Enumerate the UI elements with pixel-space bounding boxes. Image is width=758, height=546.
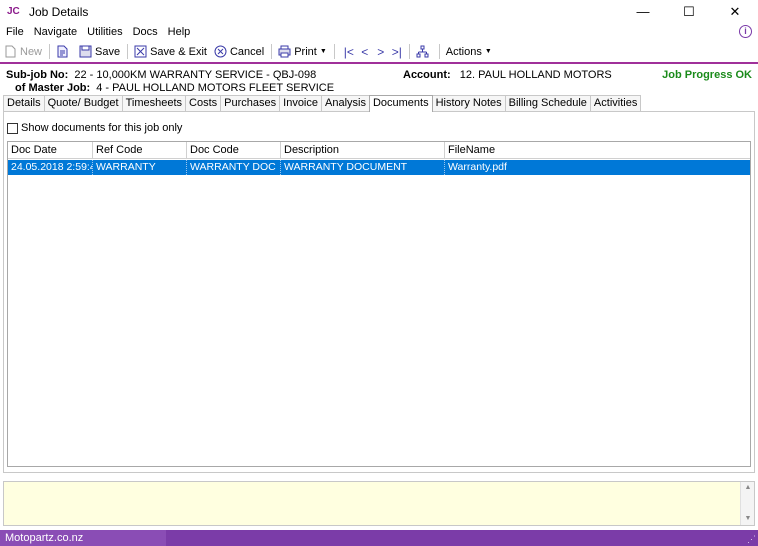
app-icon: JC (7, 5, 20, 17)
documents-grid: Doc Date Ref Code Doc Code Description F… (7, 141, 751, 467)
column-header-ref-code[interactable]: Ref Code (93, 142, 187, 158)
new-label: New (20, 45, 43, 58)
maximize-button[interactable]: ☐ (666, 0, 712, 23)
toolbar-separator (408, 44, 410, 59)
last-record-icon[interactable]: >| (389, 45, 405, 59)
tab-timesheets[interactable]: Timesheets (121, 95, 187, 111)
toolbar: New Save Save & Exit Cancel Print ▼ |< <… (0, 41, 758, 62)
scroll-down-icon[interactable]: ▼ (741, 513, 755, 525)
minimize-button[interactable]: — (620, 0, 666, 23)
cancel-icon (214, 45, 227, 58)
save-exit-icon (134, 45, 147, 58)
cell-ref-code[interactable]: WARRANTY (93, 160, 187, 175)
master-job-label: of Master Job: (15, 82, 91, 94)
printer-icon (278, 45, 291, 58)
tab-purchases[interactable]: Purchases (220, 95, 281, 111)
tab-invoice[interactable]: Invoice (279, 95, 322, 111)
actions-button[interactable]: Actions ▼ (446, 46, 492, 58)
cancel-label: Cancel (229, 45, 265, 58)
accent-divider (0, 62, 758, 64)
save-icon (79, 45, 92, 58)
column-header-filename[interactable]: FileName (445, 142, 750, 158)
company-name: Motopartz.co.nz (0, 530, 166, 546)
grid-header: Doc Date Ref Code Doc Code Description F… (8, 142, 750, 159)
menu-docs[interactable]: Docs (133, 26, 158, 38)
column-header-doc-code[interactable]: Doc Code (187, 142, 281, 158)
cell-doc-code[interactable]: WARRANTY DOC (187, 160, 281, 175)
toolbar-separator (333, 44, 335, 59)
print-button[interactable]: Print ▼ (278, 45, 327, 58)
close-button[interactable]: ✕ (712, 0, 758, 23)
tab-documents[interactable]: Documents (368, 95, 433, 112)
title-bar: JC Job Details — ☐ ✕ (0, 0, 758, 23)
show-job-docs-label: Show documents for this job only (21, 122, 183, 134)
scroll-up-icon[interactable]: ▲ (741, 482, 755, 494)
tab-history-notes[interactable]: History Notes (431, 95, 506, 111)
new-document-icon (5, 45, 16, 58)
menu-utilities[interactable]: Utilities (87, 26, 122, 38)
first-record-icon[interactable]: |< (341, 45, 357, 59)
show-job-docs-option[interactable]: Show documents for this job only (7, 122, 182, 134)
info-icon[interactable]: i (739, 25, 752, 38)
cell-description[interactable]: WARRANTY DOCUMENT (281, 160, 445, 175)
new-button[interactable]: New (4, 45, 42, 58)
column-header-description[interactable]: Description (281, 142, 445, 158)
notes-textarea[interactable]: ▲ ▼ (3, 481, 755, 526)
master-job-row: of Master Job: 4 - PAUL HOLLAND MOTORS F… (15, 82, 334, 94)
subjob-value: 22 - 10,000KM WARRANTY SERVICE - QBJ-098 (74, 69, 317, 81)
master-job-value: 4 - PAUL HOLLAND MOTORS FLEET SERVICE (96, 82, 335, 94)
save-button[interactable]: Save (79, 45, 120, 58)
account-row: Account: 12. PAUL HOLLAND MOTORS (403, 69, 612, 81)
status-bar: Motopartz.co.nz ⋰ (0, 530, 758, 546)
toolbar-separator (49, 44, 51, 59)
subjob-row: Sub-job No: 22 - 10,000KM WARRANTY SERVI… (6, 69, 316, 81)
job-progress-status: Job Progress OK (662, 69, 752, 81)
tab-billing-schedule[interactable]: Billing Schedule (504, 95, 591, 111)
menu-navigate[interactable]: Navigate (34, 26, 77, 38)
toolbar-separator (127, 44, 129, 59)
toolbar-separator (438, 44, 440, 59)
hierarchy-button[interactable] (416, 45, 432, 58)
menu-help[interactable]: Help (168, 26, 191, 38)
tab-activities[interactable]: Activities (589, 95, 642, 111)
print-label: Print (294, 45, 317, 58)
chevron-down-icon: ▼ (319, 48, 327, 55)
subjob-label: Sub-job No: (6, 69, 69, 81)
actions-label: Actions (445, 45, 482, 58)
job-header: Sub-job No: 22 - 10,000KM WARRANTY SERVI… (0, 65, 758, 95)
account-value: 12. PAUL HOLLAND MOTORS (459, 69, 612, 81)
window-title: Job Details (29, 4, 89, 19)
toolbar-separator (271, 44, 273, 59)
save-exit-button[interactable]: Save & Exit (134, 45, 207, 58)
cancel-button[interactable]: Cancel (214, 45, 264, 58)
resize-grip-icon[interactable]: ⋰ (747, 534, 756, 545)
notes-scrollbar[interactable]: ▲ ▼ (740, 482, 754, 525)
save-exit-label: Save & Exit (150, 45, 207, 58)
window-controls: — ☐ ✕ (620, 0, 758, 23)
tab-details[interactable]: Details (3, 95, 45, 111)
account-label: Account: (403, 69, 451, 81)
cell-filename[interactable]: Warranty.pdf (445, 160, 750, 175)
save-label: Save (95, 45, 121, 58)
cell-doc-date[interactable]: 24.05.2018 2:59:45 ... (8, 160, 93, 175)
tab-costs[interactable]: Costs (185, 95, 222, 111)
column-header-doc-date[interactable]: Doc Date (8, 142, 93, 158)
previous-record-icon[interactable]: < (357, 45, 373, 59)
edit-document-icon (57, 45, 68, 58)
edit-doc-button[interactable] (56, 45, 72, 58)
menu-bar: File Navigate Utilities Docs Help (0, 23, 758, 41)
chevron-down-icon: ▼ (484, 48, 492, 55)
tab-analysis[interactable]: Analysis (321, 95, 370, 111)
menu-file[interactable]: File (6, 26, 24, 38)
next-record-icon[interactable]: > (373, 45, 389, 59)
show-job-docs-checkbox[interactable] (7, 122, 18, 134)
tab-strip: Details Quote/ Budget Timesheets Costs P… (3, 95, 642, 112)
hierarchy-icon (416, 45, 429, 58)
table-row[interactable]: 24.05.2018 2:59:45 ... WARRANTY WARRANTY… (8, 160, 750, 175)
tab-quote-budget[interactable]: Quote/ Budget (43, 95, 123, 111)
